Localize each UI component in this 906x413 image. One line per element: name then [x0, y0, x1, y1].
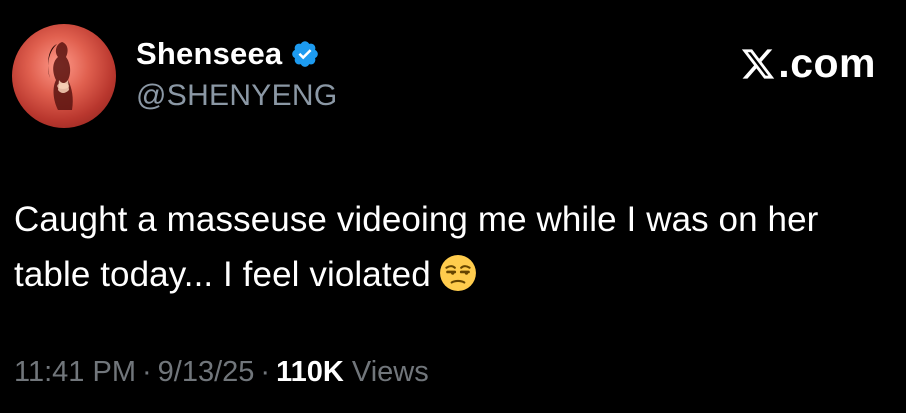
verified-badge-icon: [292, 41, 319, 67]
brand-label: .com: [740, 40, 876, 87]
tweet-meta: 11:41 PM · 9/13/25 · 110K Views: [14, 356, 429, 389]
avatar[interactable]: [12, 24, 116, 128]
tweet-body: Caught a masseuse videoing me while I wa…: [14, 192, 884, 302]
tweet-date[interactable]: 9/13/25: [158, 356, 255, 388]
meta-separator: ·: [141, 356, 152, 388]
views-label: Views: [351, 356, 429, 388]
x-logo-icon: [742, 48, 775, 79]
tweet-card: Shenseea @SHENYENG .com Caught a masseus…: [0, 0, 906, 413]
author-name-row: Shenseea: [136, 34, 320, 74]
avatar-photo: [48, 42, 73, 110]
tweet-text: Caught a masseuse videoing me while I wa…: [14, 200, 819, 294]
author-handle[interactable]: @SHENYENG: [136, 79, 338, 113]
views-count: 110K: [276, 356, 344, 388]
unamused-face-icon: [439, 255, 476, 291]
author-display-name[interactable]: Shenseea: [136, 36, 282, 72]
tweet-time[interactable]: 11:41 PM: [14, 356, 136, 388]
meta-separator: ·: [260, 356, 271, 388]
brand-text: .com: [778, 40, 876, 86]
